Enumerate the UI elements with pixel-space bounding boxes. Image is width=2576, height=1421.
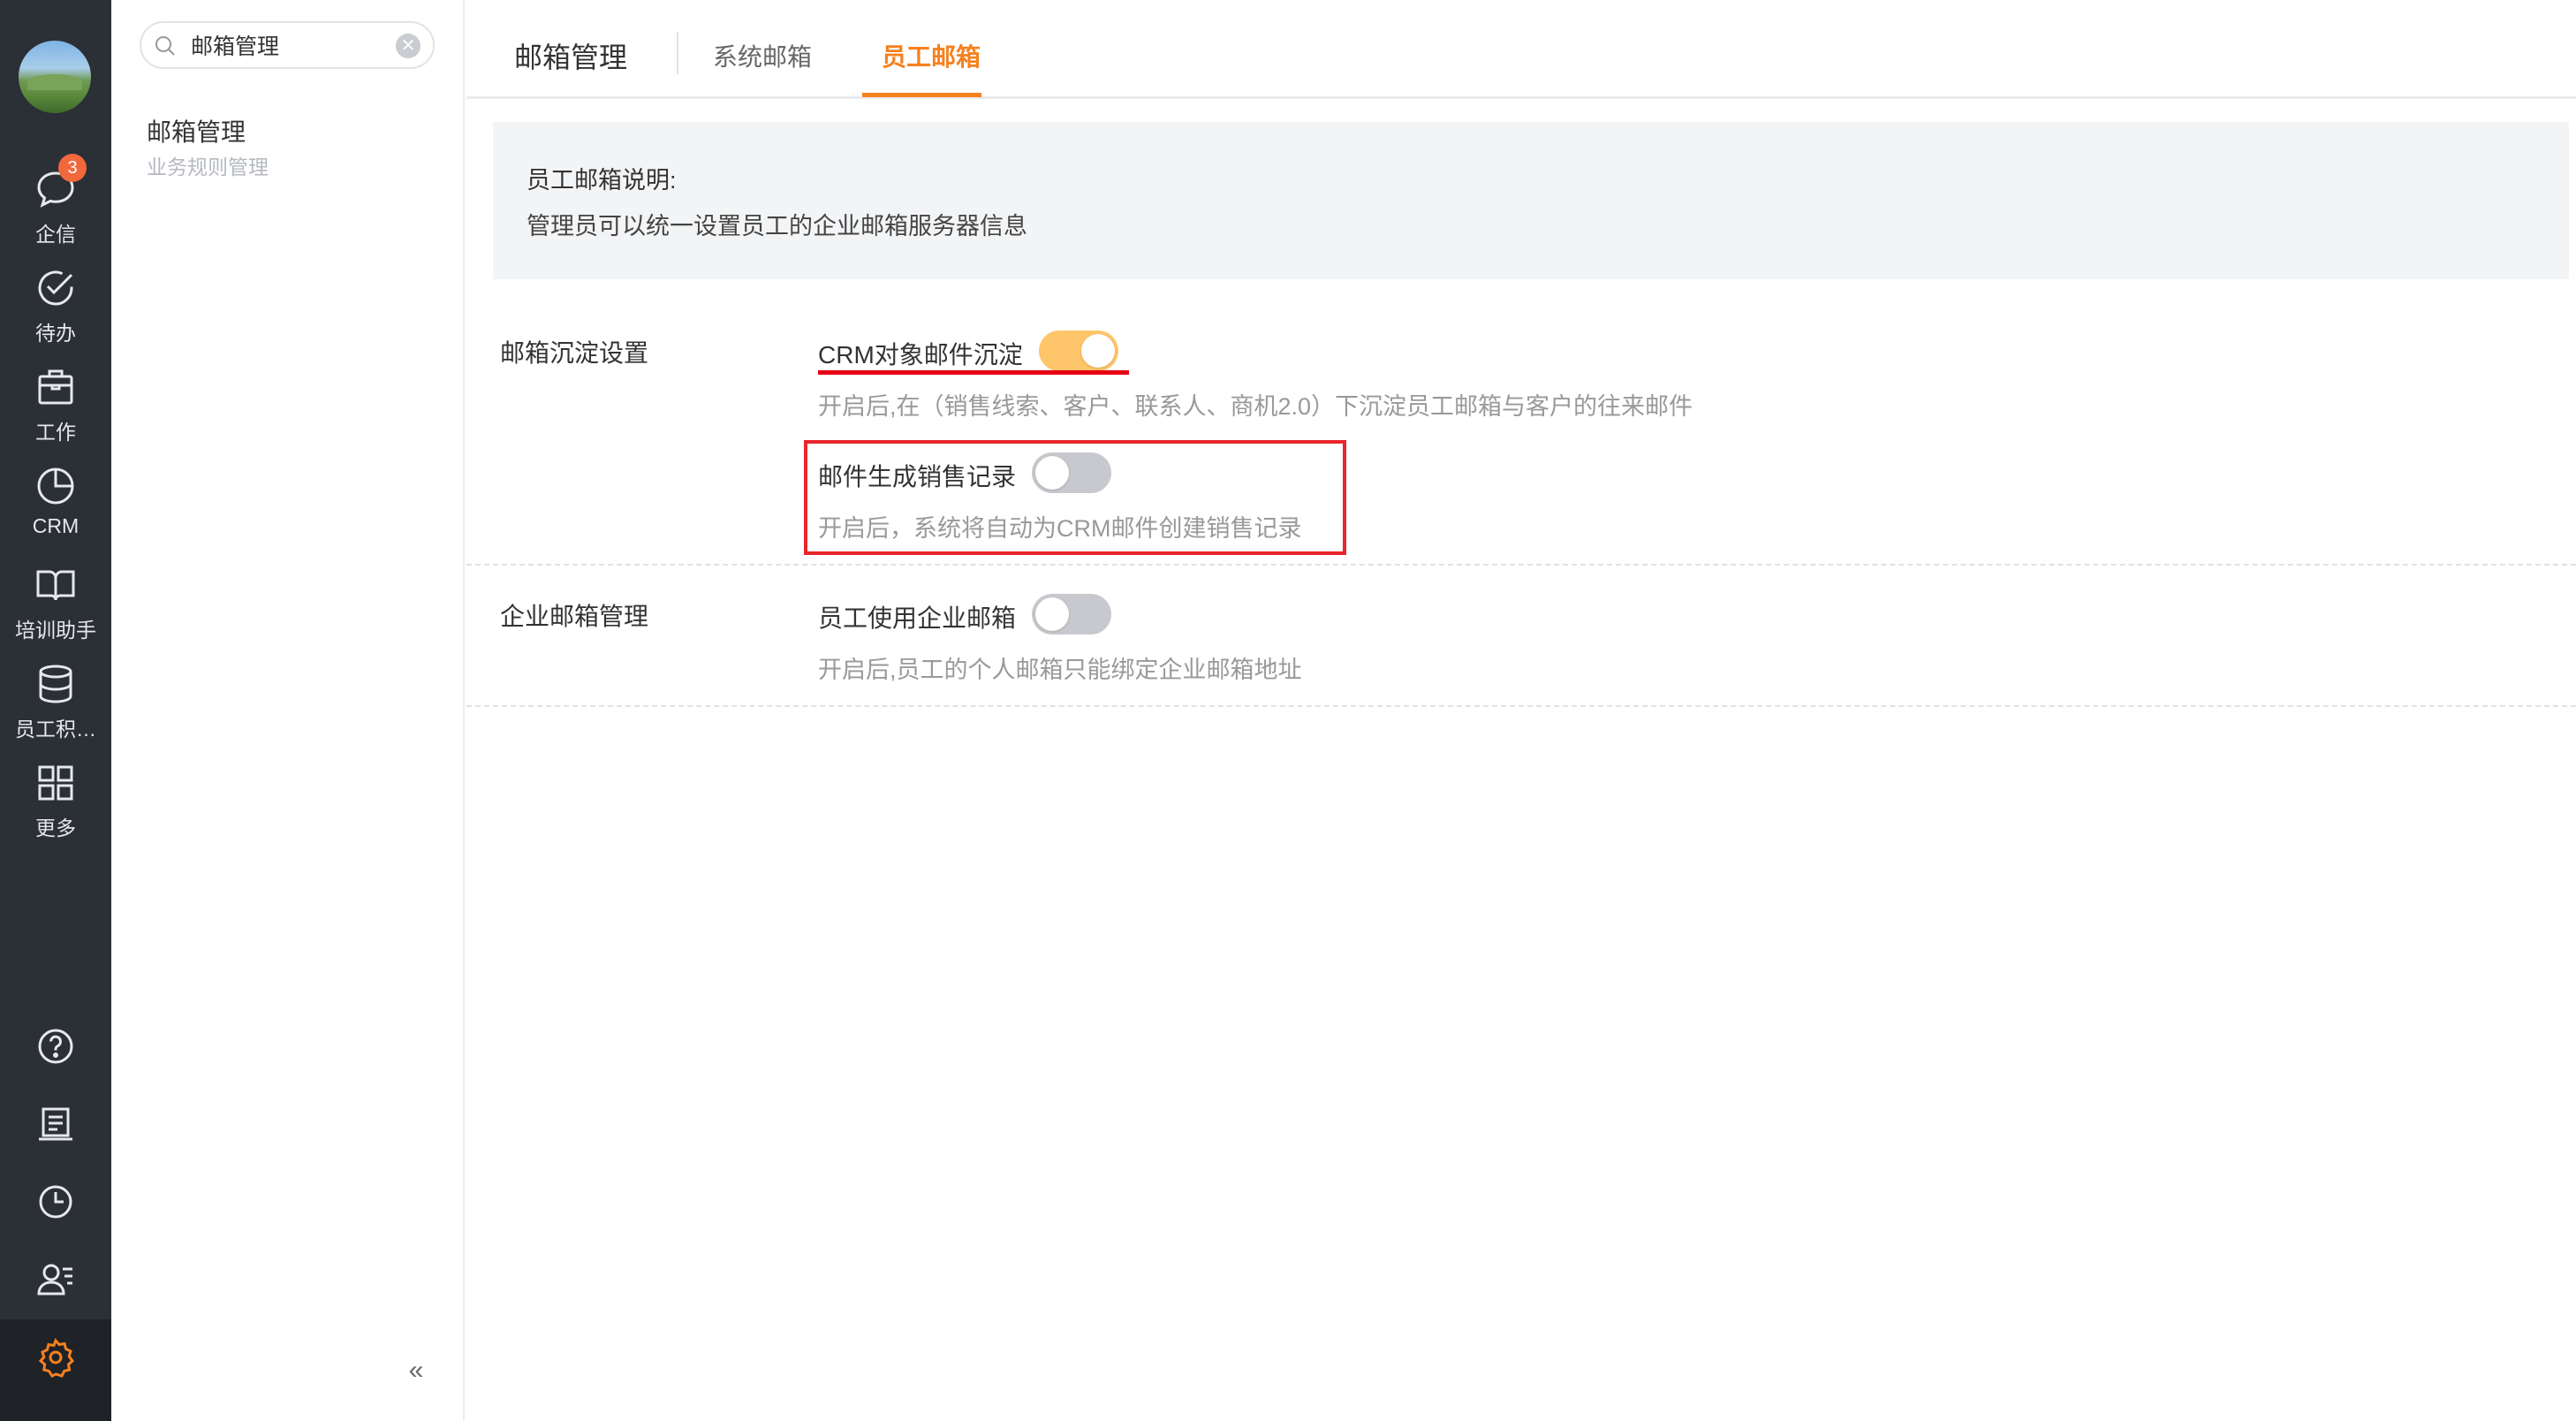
clear-search-icon[interactable]: ✕	[396, 34, 420, 58]
menu-search-input[interactable]	[191, 32, 385, 58]
settings-gear-icon[interactable]	[34, 1336, 77, 1379]
toggle-knob	[1035, 456, 1069, 490]
sidebar-item-employee-points[interactable]: 员工积…	[0, 663, 111, 755]
sidebar-item-messages[interactable]: 3 企信	[0, 154, 111, 260]
setting-desc-use-enterprise-mailbox: 开启后,员工的个人邮箱只能绑定企业邮箱地址	[818, 657, 1302, 683]
sidebar-item-label: 工作	[35, 421, 76, 444]
tab-employee-mailbox[interactable]: 员工邮箱	[882, 38, 981, 73]
sidebar-item-more[interactable]: 更多	[0, 762, 111, 854]
sidebar-item-todo[interactable]: 待办	[0, 267, 111, 359]
setting-label-use-enterprise-mailbox: 员工使用企业邮箱	[818, 604, 1017, 632]
briefcase-icon	[38, 369, 73, 405]
section-divider	[466, 705, 2576, 707]
setting-desc-crm-mail-archive: 开启后,在（销售线索、客户、联系人、商机2.0）下沉淀员工邮箱与客户的往来邮件	[818, 393, 1693, 420]
tab-divider	[677, 32, 678, 74]
help-icon[interactable]	[34, 1025, 77, 1068]
tab-bar: 邮箱管理 系统邮箱 员工邮箱	[466, 0, 2576, 99]
sidebar-item-label: 员工积…	[15, 718, 96, 741]
notice-text: 管理员可以统一设置员工的企业邮箱服务器信息	[527, 213, 1027, 239]
check-circle-icon	[38, 270, 73, 306]
menu-search-box[interactable]: ✕	[140, 21, 435, 69]
highlight-underline	[818, 370, 1129, 375]
database-icon	[39, 665, 72, 703]
setting-label-mail-sales-record: 邮件生成销售记录	[818, 463, 1017, 490]
notice-title: 员工邮箱说明:	[527, 167, 677, 194]
unread-badge: 3	[58, 154, 87, 182]
menu-item-mailbox-management[interactable]: 邮箱管理	[147, 113, 246, 148]
info-notice: 员工邮箱说明: 管理员可以统一设置员工的企业邮箱服务器信息	[493, 122, 2569, 279]
contacts-icon[interactable]	[34, 1258, 77, 1301]
sidebar-item-label: 企信	[35, 223, 76, 246]
sidebar-item-training[interactable]: 培训助手	[0, 564, 111, 656]
sidebar-item-label: 更多	[35, 817, 76, 840]
sidebar-item-label: 培训助手	[15, 619, 96, 642]
active-tab-indicator	[862, 93, 981, 97]
page-title: 邮箱管理	[514, 42, 628, 73]
collapse-panel-icon[interactable]: «	[403, 1357, 429, 1384]
use-enterprise-mailbox-toggle[interactable]	[1032, 594, 1111, 635]
mail-sales-record-toggle[interactable]	[1032, 452, 1111, 493]
open-book-icon	[36, 570, 75, 601]
sidebar-item-crm[interactable]: CRM	[0, 465, 111, 557]
toggle-knob	[1035, 597, 1069, 631]
sidebar-item-label: CRM	[32, 514, 80, 537]
clock-icon[interactable]	[34, 1181, 77, 1223]
section-label-mail-archive: 邮箱沉淀设置	[500, 339, 649, 367]
menu-item-category: 业务规则管理	[147, 156, 269, 179]
grid-icon	[38, 765, 73, 801]
sidebar-item-work[interactable]: 工作	[0, 366, 111, 458]
setting-label-crm-mail-archive: CRM对象邮件沉淀	[818, 341, 1023, 369]
section-label-enterprise-mailbox: 企业邮箱管理	[500, 603, 649, 630]
setting-desc-mail-sales-record: 开启后，系统将自动为CRM邮件创建销售记录	[818, 515, 1302, 542]
sidebar-item-label: 待办	[35, 322, 76, 345]
pie-chart-icon	[37, 467, 74, 505]
section-divider	[466, 564, 2576, 566]
settings-menu-panel: ✕ 邮箱管理 业务规则管理 «	[111, 0, 465, 1421]
search-icon	[155, 36, 175, 56]
app-sidebar: 3 企信 待办 工作 CRM 培训助手 员工积… 更多	[0, 0, 111, 1421]
crm-mail-archive-toggle[interactable]	[1039, 331, 1118, 371]
toggle-knob	[1081, 334, 1115, 368]
main-content: 邮箱管理 系统邮箱 员工邮箱 员工邮箱说明: 管理员可以统一设置员工的企业邮箱服…	[466, 0, 2576, 1421]
notepad-icon[interactable]	[34, 1103, 77, 1145]
tab-system-mailbox[interactable]: 系统邮箱	[713, 38, 812, 73]
user-avatar[interactable]	[19, 41, 91, 113]
